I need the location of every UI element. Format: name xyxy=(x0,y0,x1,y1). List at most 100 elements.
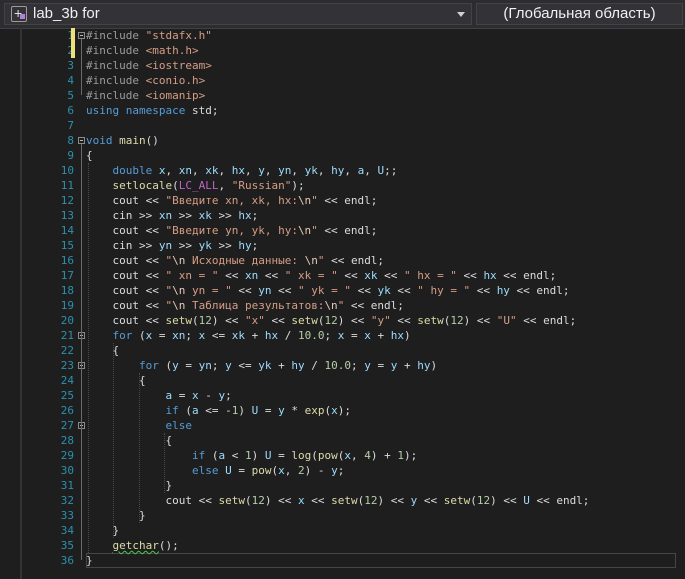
code-token: hx xyxy=(390,329,404,342)
code-line[interactable]: getchar(); xyxy=(86,538,179,553)
code-token: ) << xyxy=(337,314,371,327)
code-token: < xyxy=(225,449,245,462)
code-token: xn xyxy=(178,164,192,177)
code-token: } xyxy=(86,554,93,567)
code-token: 1 xyxy=(397,449,404,462)
code-token: if xyxy=(165,404,179,417)
code-token: ) xyxy=(404,329,411,342)
code-token: = xyxy=(152,329,173,342)
code-line[interactable]: { xyxy=(86,343,119,358)
code-line[interactable]: if (a < 1) U = log(pow(x, 4) + 1); xyxy=(86,448,417,463)
code-token: x xyxy=(344,449,351,462)
code-token: "y" xyxy=(370,314,391,327)
code-token: ( xyxy=(172,179,179,192)
code-line[interactable]: cin >> yn >> yk >> hy; xyxy=(86,238,258,253)
code-line[interactable]: #include <iomanip> xyxy=(86,88,205,103)
code-line[interactable]: for (y = yn; y <= yk + hy / 10.0; y = y … xyxy=(86,358,437,373)
code-token: , xyxy=(218,164,232,177)
code-line[interactable]: } xyxy=(86,508,146,523)
code-token: 2 xyxy=(297,464,305,477)
code-token: #include xyxy=(86,29,146,42)
line-number: 28 xyxy=(60,434,74,447)
code-token: << xyxy=(350,284,378,297)
code-token: " xyxy=(311,194,318,207)
code-line[interactable]: else xyxy=(86,418,192,433)
code-token: Исходные данные: xyxy=(185,254,305,267)
code-line[interactable]: #include <conio.h> xyxy=(86,73,205,88)
code-line[interactable]: } xyxy=(86,523,119,538)
code-token: #include xyxy=(86,44,146,57)
code-line[interactable]: setlocale(LC_ALL, "Russian"); xyxy=(86,178,305,193)
code-token: x xyxy=(158,164,166,177)
code-token: xk xyxy=(364,269,378,282)
project-dropdown[interactable]: lab_3b for xyxy=(4,3,472,25)
line-number: 9 xyxy=(67,149,74,162)
code-token: " hy = " xyxy=(417,284,471,297)
code-line[interactable]: } xyxy=(86,478,172,493)
code-line[interactable]: { xyxy=(86,433,172,448)
code-line[interactable]: cout << setw(12) << "x" << setw(12) << "… xyxy=(86,313,576,328)
code-token: ) + xyxy=(370,449,398,462)
collapse-toggle-icon[interactable] xyxy=(78,137,85,144)
code-token: "Russian" xyxy=(231,179,292,192)
code-line[interactable]: cout << "\n Исходные данные: \n" << endl… xyxy=(86,253,384,268)
code-line[interactable]: void main() xyxy=(86,133,159,148)
code-token: , xyxy=(284,464,298,477)
code-line[interactable]: #include <iostream> xyxy=(86,58,212,73)
code-line[interactable]: for (x = xn; x <= xk + hx / 10.0; x = x … xyxy=(86,328,411,343)
code-line[interactable]: cin >> xn >> xk >> hx; xyxy=(86,208,258,223)
code-token: y xyxy=(258,164,265,177)
code-line[interactable]: } xyxy=(86,553,93,568)
code-token: y xyxy=(331,464,338,477)
code-token: std; xyxy=(185,104,219,117)
code-line[interactable]: else U = pow(x, 2) - y; xyxy=(86,463,344,478)
code-line[interactable]: cout << "\n yn = " << yn << " yk = " << … xyxy=(86,283,569,298)
code-token: 12 xyxy=(324,314,338,327)
chevron-down-icon[interactable] xyxy=(457,12,465,17)
code-line[interactable]: cout << "\n Таблица результатов:\n" << e… xyxy=(86,298,403,313)
code-token: cin >> xyxy=(86,209,159,222)
code-token: #include xyxy=(86,74,146,87)
collapse-toggle-icon[interactable] xyxy=(78,32,85,39)
code-line[interactable]: { xyxy=(86,373,146,388)
code-line[interactable]: double x, xn, xk, hx, y, yn, yk, hy, a, … xyxy=(86,163,398,178)
code-token: setw xyxy=(417,314,444,327)
code-line[interactable]: using namespace std; xyxy=(86,103,218,118)
line-number: 19 xyxy=(60,299,74,312)
code-token: setw xyxy=(165,314,192,327)
code-line[interactable]: #include <math.h> xyxy=(86,43,199,58)
code-token: yk xyxy=(377,284,391,297)
code-line[interactable]: if (a <= -1) U = y * exp(x); xyxy=(86,403,351,418)
code-line[interactable]: cout << " xn = " << xn << " xk = " << xk… xyxy=(86,268,556,283)
code-token: yk xyxy=(304,164,318,177)
code-token: << endl; xyxy=(317,224,378,237)
code-token: for xyxy=(112,329,133,342)
scope-dropdown[interactable]: (Глобальная область) xyxy=(476,3,683,25)
code-line[interactable]: cout << setw(12) << x << setw(12) << y <… xyxy=(86,493,589,508)
code-token: , xyxy=(344,164,358,177)
line-number: 16 xyxy=(60,254,74,267)
code-token: hy xyxy=(291,359,305,372)
line-number: 8 xyxy=(67,134,74,147)
code-token: "stdafx.h" xyxy=(145,29,212,42)
code-token: cout << xyxy=(86,269,166,282)
code-token: ) << xyxy=(463,314,497,327)
code-token: hx xyxy=(483,269,497,282)
code-line[interactable]: cout << "Введите xn, xk, hx:\n" << endl; xyxy=(86,193,377,208)
code-token: ) xyxy=(238,404,252,417)
code-token: #include xyxy=(86,59,146,72)
code-token: xn xyxy=(158,209,173,222)
code-line[interactable]: cout << "Введите yn, yk, hy:\n" << endl; xyxy=(86,223,377,238)
code-editor[interactable]: 1234567891011121314151617181920212223242… xyxy=(0,28,685,579)
code-token: Таблица результатов: xyxy=(185,299,325,312)
code-token: , xyxy=(264,164,279,177)
code-token: , xyxy=(218,179,232,192)
code-token: , xyxy=(165,164,179,177)
code-line[interactable]: #include "stdafx.h" xyxy=(86,28,212,43)
code-token: 12 xyxy=(251,494,265,507)
code-token: setlocale xyxy=(112,179,173,192)
code-line[interactable]: { xyxy=(86,148,93,163)
line-number: 30 xyxy=(60,464,74,477)
code-line[interactable]: a = x - y; xyxy=(86,388,231,403)
